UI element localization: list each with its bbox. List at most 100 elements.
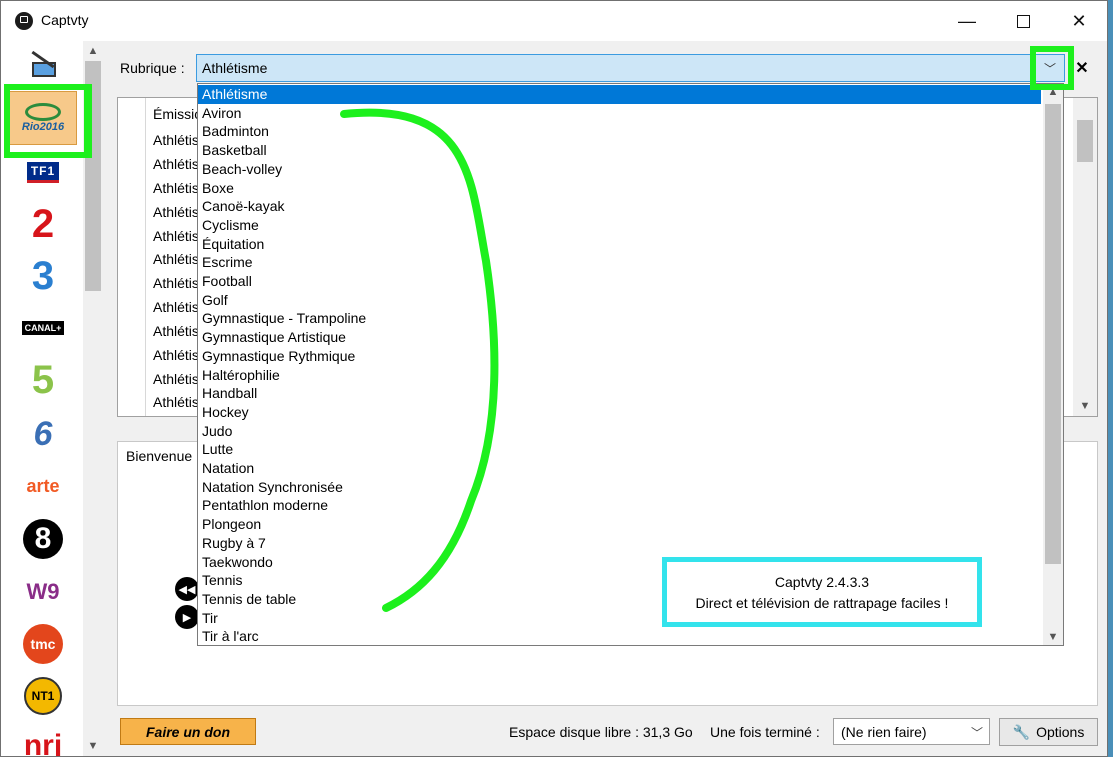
- list-item[interactable]: Athlétis: [153, 204, 199, 220]
- dropdown-option[interactable]: Gymnastique - Trampoline: [198, 309, 1041, 328]
- tagline-text: Direct et télévision de rattrapage facil…: [695, 595, 949, 611]
- options-button[interactable]: 🔧 Options: [999, 718, 1098, 746]
- app-window: Captvty — ✕ Rio2016 TF1 2 3 CANAL+ 5 6 a…: [0, 0, 1108, 757]
- title-bar: Captvty — ✕: [1, 1, 1107, 41]
- tf1-logo: TF1: [26, 161, 60, 183]
- list-item[interactable]: Athlétis: [153, 156, 199, 172]
- list-item[interactable]: Athlétis: [153, 299, 199, 315]
- dropdown-option[interactable]: Gymnastique Artistique: [198, 328, 1041, 347]
- dropdown-option[interactable]: Athlétisme: [198, 85, 1041, 104]
- france5-logo: 5: [31, 357, 55, 402]
- dropdown-option[interactable]: Aviron: [198, 104, 1041, 123]
- dropdown-option[interactable]: Équitation: [198, 235, 1041, 254]
- nt1-logo: NT1: [24, 677, 62, 715]
- list-item[interactable]: Athlétis: [153, 347, 199, 363]
- scroll-down-icon[interactable]: ▼: [1043, 631, 1063, 643]
- canalplus-logo: CANAL+: [21, 321, 65, 335]
- close-icon: ✕: [1075, 60, 1089, 77]
- version-text: Captvty 2.4.3.3: [774, 574, 870, 590]
- dropdown-scrollbar[interactable]: ▲ ▼: [1043, 84, 1063, 645]
- c8-logo: 8: [23, 519, 63, 559]
- dropdown-option[interactable]: Tir à l'arc: [198, 627, 1041, 645]
- channel-canalplus[interactable]: CANAL+: [7, 305, 79, 351]
- dropdown-option[interactable]: Plongeon: [198, 515, 1041, 534]
- rubrique-label: Rubrique :: [120, 60, 185, 76]
- list-item[interactable]: Athlétis: [153, 371, 199, 387]
- dropdown-option[interactable]: Escrime: [198, 253, 1041, 272]
- annotation-highlight-rio: [4, 84, 92, 158]
- list-item[interactable]: Athlétis: [153, 275, 199, 291]
- w9-logo: W9: [26, 579, 60, 604]
- dropdown-option[interactable]: Pentathlon moderne: [198, 496, 1041, 515]
- channel-arte[interactable]: arte: [7, 463, 79, 509]
- list-item[interactable]: Athlétis: [153, 251, 199, 267]
- channel-nt1[interactable]: NT1: [7, 673, 79, 719]
- dropdown-option[interactable]: Golf: [198, 291, 1041, 310]
- play-icon[interactable]: ▶: [175, 605, 199, 629]
- scroll-up-icon[interactable]: ▲: [83, 45, 103, 57]
- rewind-icon[interactable]: ◀◀: [175, 577, 199, 601]
- dropdown-option[interactable]: Natation: [198, 459, 1041, 478]
- dropdown-option[interactable]: Handball: [198, 384, 1041, 403]
- list-item[interactable]: Athlétis: [153, 180, 199, 196]
- options-label: Options: [1036, 724, 1085, 740]
- rubrique-value: Athlétisme: [202, 60, 268, 76]
- clear-rubrique-button[interactable]: ✕: [1071, 57, 1093, 79]
- dropdown-option[interactable]: Lutte: [198, 440, 1041, 459]
- window-title: Captvty: [41, 12, 89, 28]
- list-item[interactable]: Athlétis: [153, 394, 199, 410]
- dropdown-option[interactable]: Rugby à 7: [198, 534, 1041, 553]
- rubrique-combobox[interactable]: Athlétisme ﹀: [196, 54, 1065, 82]
- m6-logo: 6: [33, 414, 53, 453]
- dropdown-option[interactable]: Badminton: [198, 122, 1041, 141]
- list-item[interactable]: Athlétis: [153, 228, 199, 244]
- channel-nrj[interactable]: nrj: [7, 723, 79, 757]
- version-info: Captvty 2.4.3.3 Direct et télévision de …: [662, 557, 982, 627]
- tmc-logo: tmc: [23, 624, 63, 664]
- tab-bienvenue[interactable]: Bienvenue: [126, 448, 192, 464]
- donate-button[interactable]: Faire un don: [120, 718, 256, 745]
- france2-logo: 2: [31, 201, 55, 246]
- channel-wand[interactable]: [7, 43, 79, 89]
- dropdown-option[interactable]: Beach-volley: [198, 160, 1041, 179]
- chevron-down-icon: ﹀: [970, 726, 983, 740]
- app-icon: [15, 12, 33, 30]
- channel-w9[interactable]: W9: [7, 569, 79, 615]
- channel-france3[interactable]: 3: [7, 253, 79, 299]
- dropdown-option[interactable]: Boxe: [198, 179, 1041, 198]
- dropdown-option[interactable]: Gymnastique Rythmique: [198, 347, 1041, 366]
- dropdown-option[interactable]: Hockey: [198, 403, 1041, 422]
- dropdown-option[interactable]: Football: [198, 272, 1041, 291]
- annotation-highlight-dropdown: [1030, 46, 1074, 90]
- magic-wand-icon: [28, 50, 58, 80]
- list-item[interactable]: Athlétis: [153, 132, 199, 148]
- list-item[interactable]: Athlétis: [153, 323, 199, 339]
- when-done-select[interactable]: (Ne rien faire) ﹀: [833, 718, 990, 745]
- scroll-down-icon[interactable]: ▼: [83, 740, 103, 752]
- program-list-scrollbar[interactable]: ▼: [1073, 98, 1097, 416]
- channel-france2[interactable]: 2: [7, 201, 79, 247]
- minimize-button[interactable]: —: [939, 1, 995, 41]
- france3-logo: 3: [31, 253, 55, 298]
- when-done-label: Une fois terminé :: [710, 724, 820, 740]
- column-header-emission[interactable]: Émissio: [153, 106, 202, 122]
- disk-space-label: Espace disque libre : 31,3 Go: [509, 724, 693, 740]
- channel-france5[interactable]: 5: [7, 357, 79, 403]
- scrollbar-thumb[interactable]: [1077, 120, 1093, 162]
- dropdown-option[interactable]: Canoë-kayak: [198, 197, 1041, 216]
- arte-logo: arte: [26, 475, 60, 496]
- channel-m6[interactable]: 6: [7, 411, 79, 457]
- nrj-logo: nrj: [23, 729, 63, 757]
- scrollbar-thumb[interactable]: [1045, 104, 1061, 564]
- dropdown-option[interactable]: Haltérophilie: [198, 366, 1041, 385]
- channel-c8[interactable]: 8: [7, 516, 79, 562]
- maximize-icon: [1016, 14, 1030, 28]
- dropdown-option[interactable]: Judo: [198, 422, 1041, 441]
- close-button[interactable]: ✕: [1051, 1, 1107, 41]
- scroll-down-icon[interactable]: ▼: [1073, 400, 1097, 412]
- dropdown-option[interactable]: Natation Synchronisée: [198, 478, 1041, 497]
- channel-tmc[interactable]: tmc: [7, 621, 79, 667]
- dropdown-option[interactable]: Basketball: [198, 141, 1041, 160]
- dropdown-option[interactable]: Cyclisme: [198, 216, 1041, 235]
- maximize-button[interactable]: [995, 1, 1051, 41]
